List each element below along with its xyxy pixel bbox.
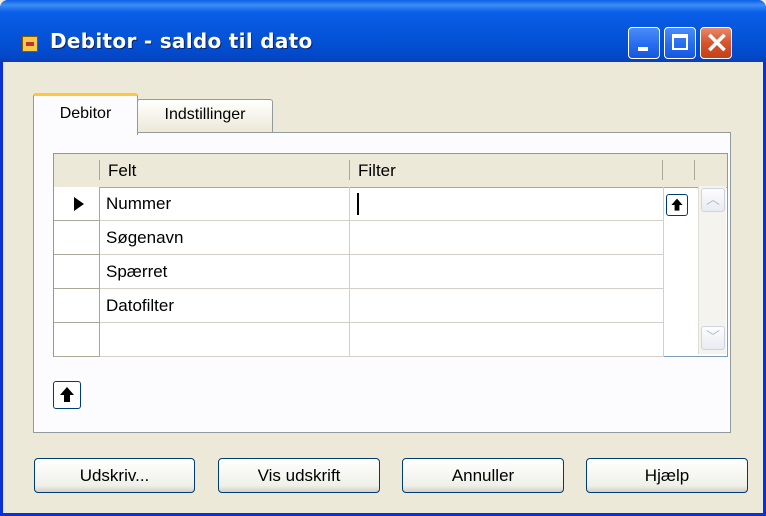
tab-label: Indstillinger (164, 106, 246, 123)
scroll-up-icon[interactable]: ︿ (701, 188, 725, 212)
maximize-icon (672, 34, 688, 50)
row-selector[interactable] (54, 255, 100, 289)
filter-lookup-button[interactable] (666, 194, 688, 216)
table-row[interactable]: Nummer (54, 187, 664, 221)
cell-filter[interactable] (350, 255, 664, 289)
cell-filter[interactable] (350, 221, 664, 255)
app-icon[interactable] (22, 36, 38, 52)
grid-header: Felt Filter (54, 154, 727, 188)
title-bar[interactable]: Debitor - saldo til dato × (0, 0, 766, 62)
close-icon: × (704, 25, 730, 60)
row-selector[interactable] (54, 187, 100, 221)
column-header-felt[interactable]: Felt (100, 154, 350, 187)
table-row[interactable]: Datofilter (54, 289, 664, 323)
cell-filter[interactable] (350, 187, 664, 221)
row-selector[interactable] (54, 323, 100, 357)
row-selector[interactable] (54, 289, 100, 323)
tab-indstillinger[interactable]: Indstillinger (137, 99, 273, 132)
row-selector[interactable] (54, 221, 100, 255)
tab-debitor[interactable]: Debitor (33, 93, 138, 135)
scroll-down-icon[interactable]: ﹀ (701, 326, 725, 350)
up-arrow-icon (60, 387, 74, 403)
move-up-button[interactable] (53, 381, 81, 409)
filter-grid[interactable]: Felt Filter Nummer Søgenavn Spærret Dato… (53, 153, 728, 357)
cell-filter[interactable] (350, 289, 664, 323)
help-button[interactable]: Hjælp (586, 458, 748, 493)
cancel-button[interactable]: Annuller (402, 458, 564, 493)
print-button[interactable]: Udskriv... (34, 458, 195, 493)
column-header-filter[interactable]: Filter (350, 154, 662, 187)
table-row[interactable]: Søgenavn (54, 221, 664, 255)
up-arrow-icon (671, 198, 683, 212)
cell-felt[interactable]: Datofilter (100, 289, 350, 323)
row-selector-arrow-icon (74, 197, 84, 211)
minimize-button[interactable] (628, 27, 660, 59)
cell-felt[interactable] (100, 323, 350, 357)
maximize-button[interactable] (664, 27, 696, 59)
cell-filter[interactable] (350, 323, 664, 357)
cell-felt[interactable]: Søgenavn (100, 221, 350, 255)
preview-button[interactable]: Vis udskrift (218, 458, 380, 493)
cell-felt[interactable]: Spærret (100, 255, 350, 289)
close-button[interactable]: × (700, 25, 732, 60)
minimize-icon (638, 47, 648, 51)
window-title: Debitor - saldo til dato (50, 29, 313, 53)
text-cursor (357, 193, 359, 215)
table-row[interactable]: Spærret (54, 255, 664, 289)
table-row[interactable] (54, 323, 664, 357)
vertical-scrollbar[interactable]: ︿ ﹀ (698, 186, 726, 354)
cell-felt[interactable]: Nummer (100, 187, 350, 221)
tab-label: Debitor (59, 105, 112, 122)
